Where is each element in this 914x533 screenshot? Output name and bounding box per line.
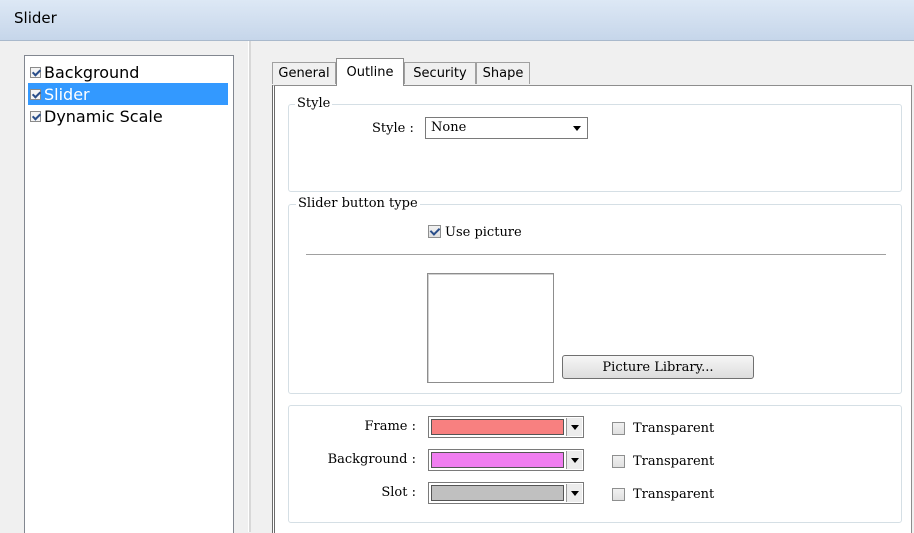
tab-shape[interactable]: Shape (476, 62, 530, 84)
frame-transparent-label: Transparent (633, 421, 715, 436)
chevron-down-icon[interactable] (566, 451, 582, 469)
slot-transparent-label: Transparent (633, 487, 715, 502)
style-label: Style : (372, 121, 414, 136)
tree-item-dynamic-scale[interactable]: Dynamic Scale (28, 105, 163, 127)
slider-button-type-title: Slider button type (296, 196, 420, 211)
background-color-swatch (431, 452, 564, 468)
tab-general[interactable]: General (272, 62, 336, 84)
style-group (288, 104, 902, 192)
tree-item-slider[interactable]: Slider (28, 83, 228, 105)
tab-security[interactable]: Security (404, 62, 476, 84)
picture-library-button[interactable]: Picture Library... (562, 355, 754, 379)
chevron-down-icon[interactable] (566, 418, 582, 436)
tree-checkbox-slider[interactable] (30, 88, 41, 100)
tree-item-label: Background (44, 62, 140, 82)
tree-item-label: Slider (44, 84, 90, 104)
object-tree[interactable]: Background Slider Dynamic Scale (24, 55, 234, 533)
frame-label: Frame : (364, 419, 416, 434)
frame-transparent-checkbox[interactable] (612, 422, 625, 435)
separator (306, 254, 886, 255)
frame-color-picker[interactable] (428, 416, 584, 438)
slot-color-swatch (431, 485, 564, 501)
style-group-title: Style (295, 96, 333, 111)
slot-label: Slot : (381, 485, 416, 500)
window-title: Slider (14, 9, 57, 27)
splitter[interactable] (248, 41, 251, 532)
slot-transparent-checkbox[interactable] (612, 488, 625, 501)
tree-item-background[interactable]: Background (28, 61, 139, 83)
style-select-value: None (431, 120, 467, 135)
tree-item-label: Dynamic Scale (44, 106, 163, 126)
style-select[interactable]: None (425, 117, 588, 139)
background-color-picker[interactable] (428, 449, 584, 471)
tree-checkbox-dynamic-scale[interactable] (30, 110, 41, 122)
use-picture-checkbox[interactable] (428, 225, 441, 238)
frame-color-swatch (431, 419, 564, 435)
background-transparent-checkbox[interactable] (612, 455, 625, 468)
chevron-down-icon[interactable] (566, 484, 582, 502)
background-transparent-label: Transparent (633, 454, 715, 469)
tab-outline[interactable]: Outline (336, 58, 404, 86)
title-bar: Slider (0, 0, 914, 41)
picture-preview (427, 273, 554, 383)
chevron-down-icon (573, 126, 581, 131)
slot-color-picker[interactable] (428, 482, 584, 504)
background-label: Background : (327, 452, 416, 467)
tree-checkbox-background[interactable] (30, 66, 41, 78)
use-picture-label: Use picture (445, 225, 522, 240)
